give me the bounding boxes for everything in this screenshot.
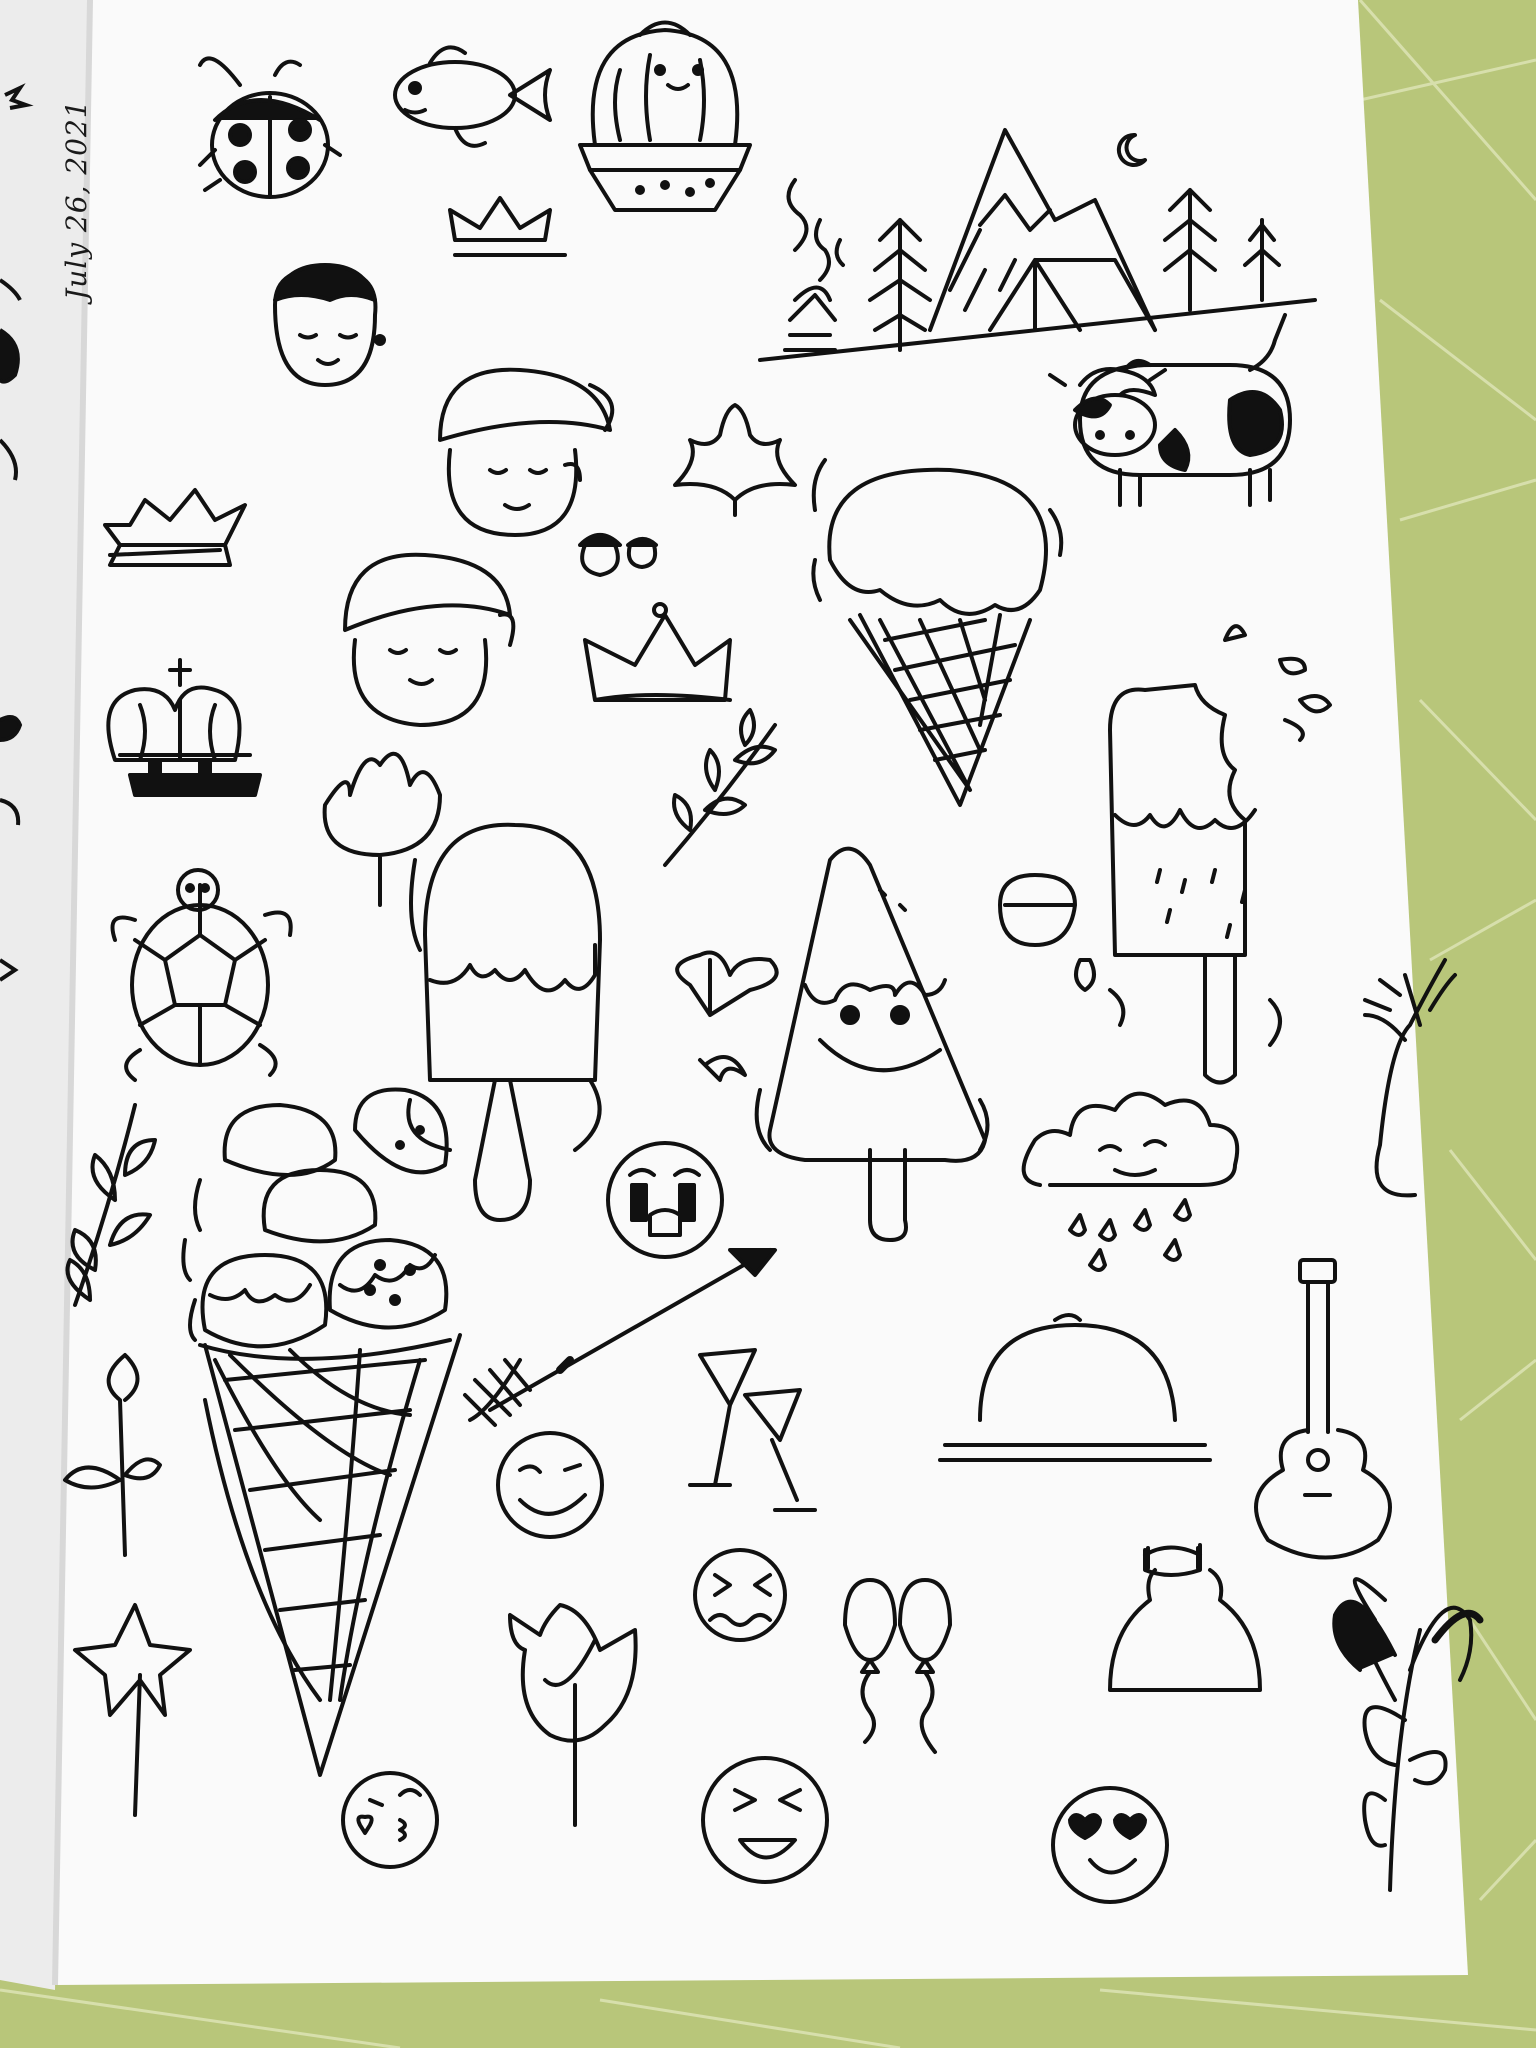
photo-scene (0, 0, 1536, 2048)
date-note: July 26, 2021 (60, 99, 93, 300)
